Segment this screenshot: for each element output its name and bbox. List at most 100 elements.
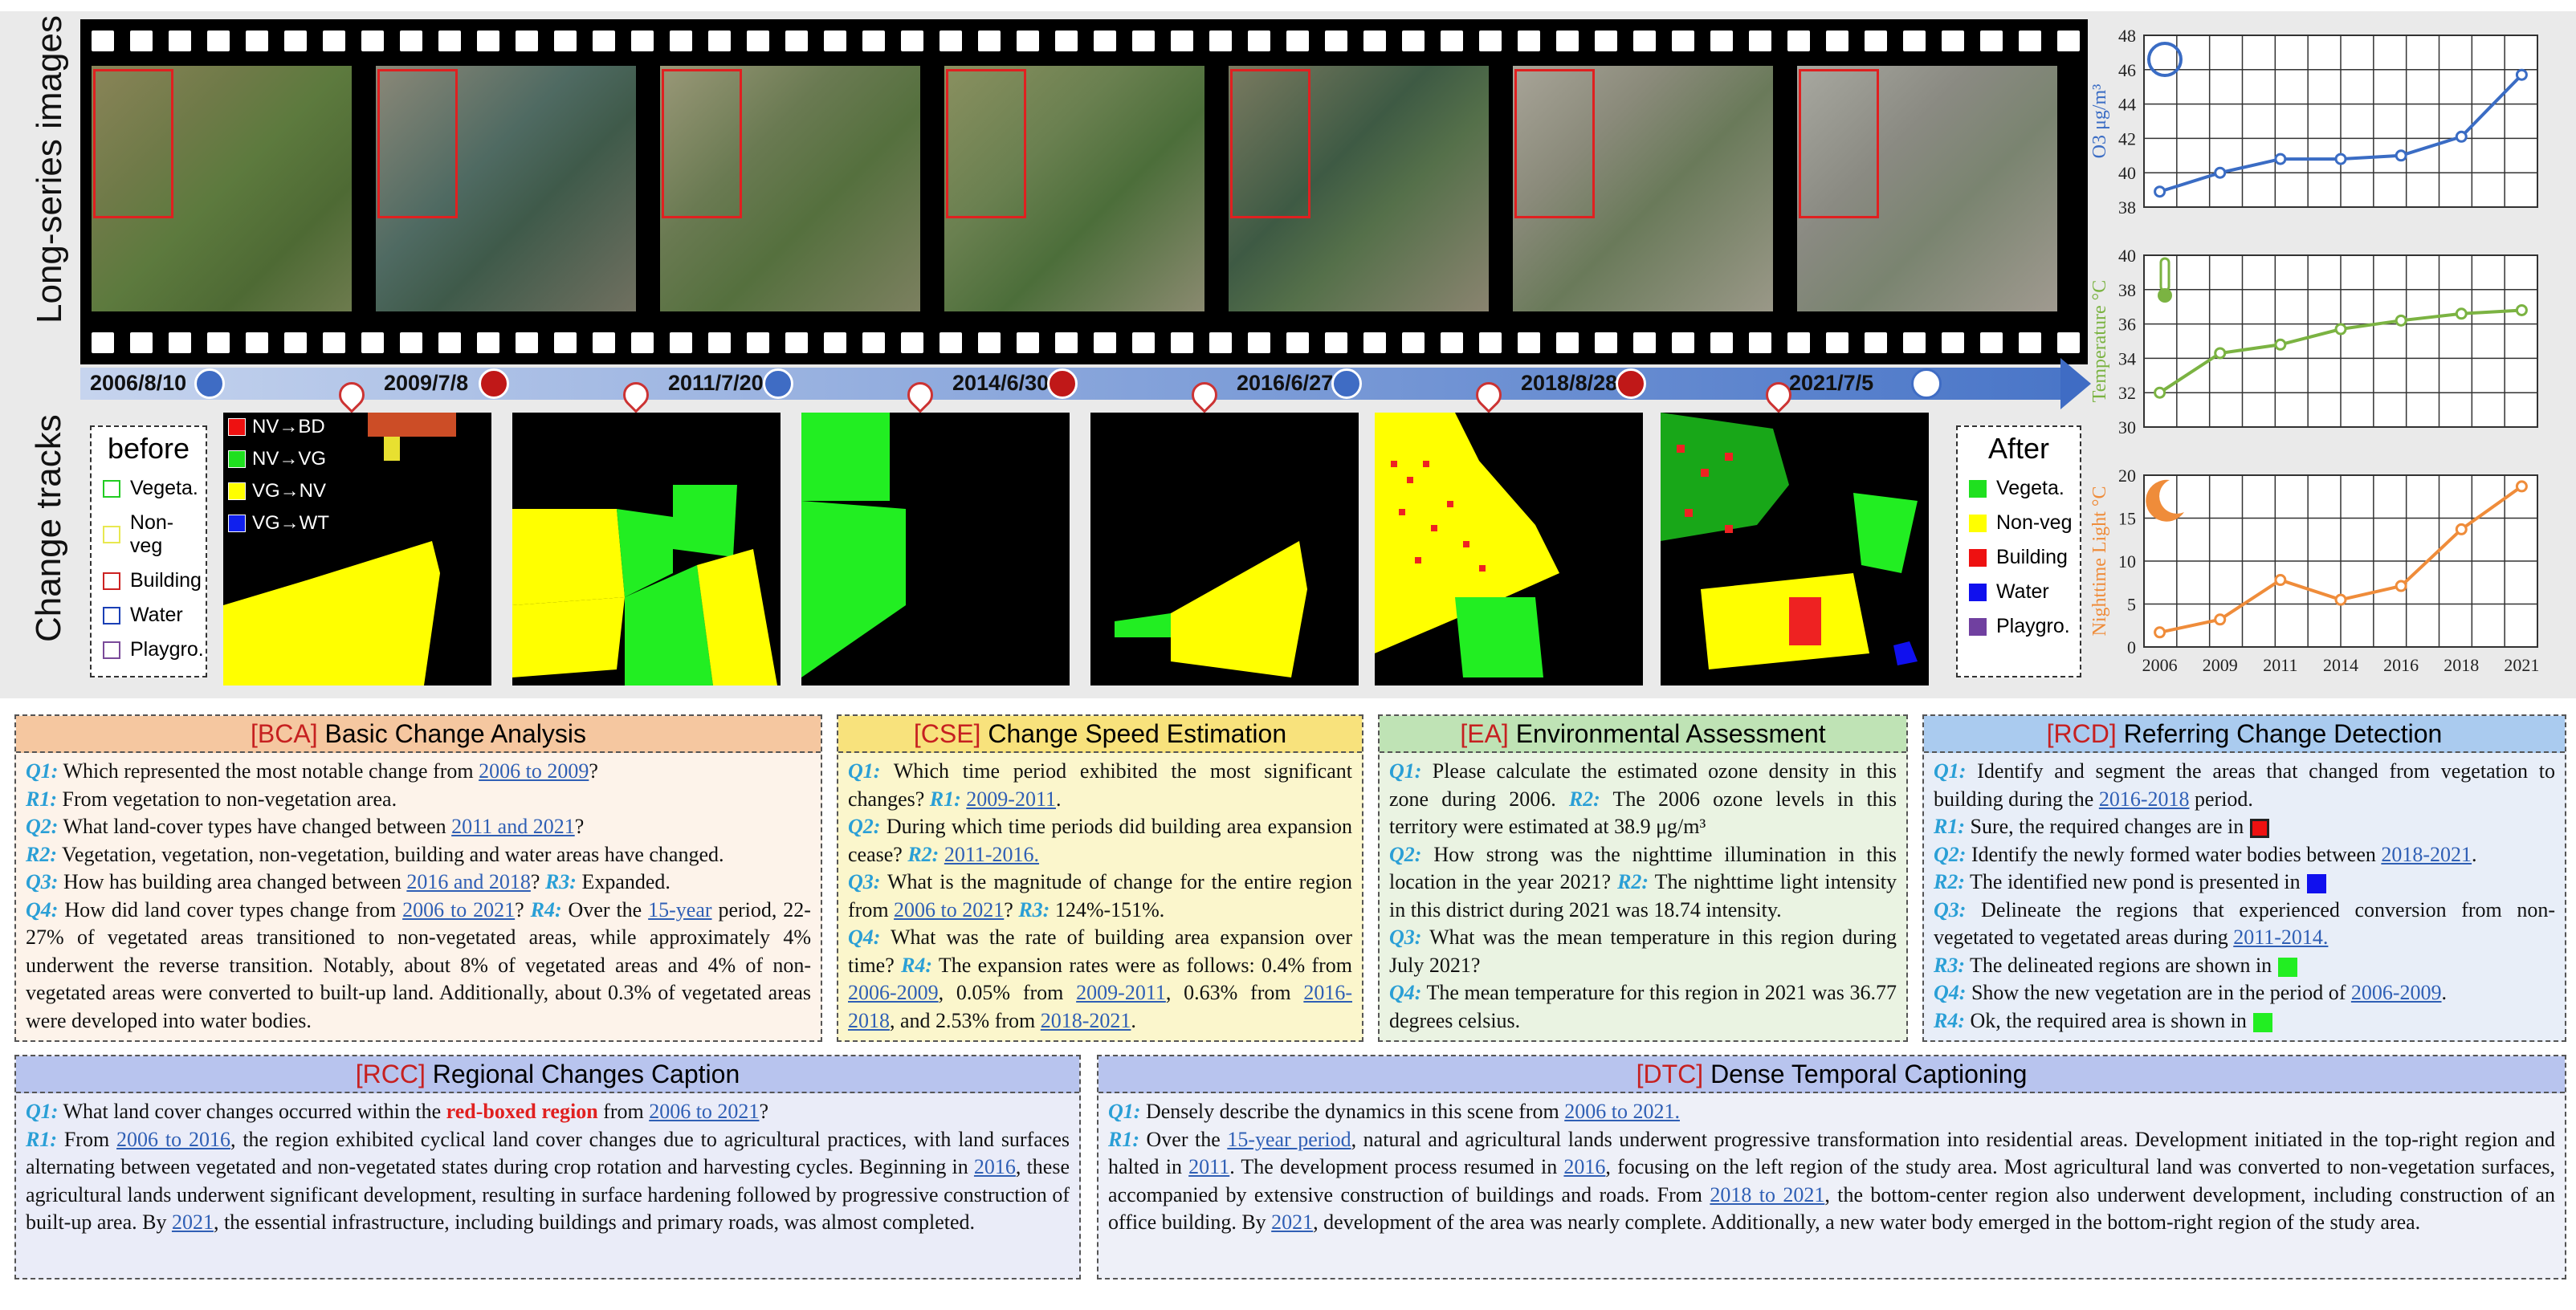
change-mask-2014-2016[interactable] (1090, 413, 1359, 686)
year-link[interactable]: 2006 to 2009 (479, 759, 589, 783)
year-link[interactable]: 2006 to 2021 (402, 898, 515, 921)
data-point[interactable] (2455, 523, 2468, 535)
film-perforation (2057, 31, 2080, 51)
qa-line: R1: From vegetation to non-vegetation ar… (26, 786, 811, 814)
film-perforation (747, 332, 769, 353)
film-perforation (1479, 31, 1502, 51)
water-swatch[interactable] (2306, 874, 2326, 894)
timeline-date: 2006/8/10 (90, 371, 187, 395)
data-point[interactable] (2395, 314, 2407, 327)
satellite-image-2014[interactable] (944, 66, 1204, 311)
change-mask-2006-2009[interactable]: NV→BD NV→VG VG→NV VG→WT (223, 413, 491, 686)
film-perforation (1286, 31, 1309, 51)
year-link[interactable]: 2006 to 2021. (1564, 1100, 1680, 1123)
year-link[interactable]: 2021 (172, 1210, 214, 1234)
r-text: , the essential infrastructure, includin… (213, 1210, 976, 1234)
data-point[interactable] (2515, 480, 2528, 493)
y-tick-label: 44 (2118, 95, 2136, 115)
data-point[interactable] (2214, 166, 2227, 179)
year-link[interactable]: 2016-2018 (2099, 787, 2190, 811)
vegetation-swatch[interactable] (2252, 1012, 2272, 1032)
data-point[interactable] (2214, 613, 2227, 626)
timeline-node[interactable] (763, 368, 793, 399)
red-box-region (946, 69, 1026, 218)
year-link[interactable]: 2016 and 2018 (406, 870, 531, 893)
change-mask-2011-2014[interactable] (801, 413, 1070, 686)
y-tick-label: 40 (2118, 163, 2136, 183)
legend-item: Playgro. (1969, 615, 2080, 638)
film-perforation (400, 332, 422, 353)
satellite-image-2011[interactable] (660, 66, 920, 311)
film-perforation (1518, 332, 1540, 353)
data-point[interactable] (2154, 386, 2166, 399)
q-label: Q3: (1389, 926, 1422, 949)
q-text: ? (1004, 897, 1019, 921)
year-link[interactable]: 2006 to 2021 (649, 1100, 759, 1123)
film-perforation (1171, 31, 1193, 51)
year-link[interactable]: 2016 (1563, 1155, 1605, 1178)
film-perforation (1363, 31, 1386, 51)
satellite-image-2006[interactable] (92, 66, 352, 311)
year-link[interactable]: 2016 (974, 1155, 1016, 1178)
data-point[interactable] (2274, 574, 2287, 587)
year-link[interactable]: 2009-2011 (1076, 981, 1166, 1004)
panel-ea-body: Q1: Please calculate the estimated ozone… (1380, 753, 1906, 1039)
data-point[interactable] (2274, 338, 2287, 351)
building-swatch[interactable] (2250, 819, 2270, 839)
data-point[interactable] (2395, 149, 2407, 162)
satellite-image-2016[interactable] (1229, 66, 1489, 311)
year-link[interactable]: 15-year (648, 898, 711, 921)
r-text: Expanded. (576, 870, 670, 893)
change-mask-2018-2021[interactable] (1661, 413, 1929, 686)
data-point[interactable] (2154, 626, 2166, 639)
vegetation-swatch[interactable] (2278, 957, 2298, 977)
timeline-node[interactable] (194, 368, 225, 399)
change-mask-2009-2011[interactable] (512, 413, 781, 686)
timeline-node[interactable] (1616, 368, 1646, 399)
year-link[interactable]: 2006 to 2016 (116, 1128, 230, 1151)
data-point[interactable] (2334, 153, 2347, 165)
data-point[interactable] (2455, 130, 2468, 143)
timeline-node[interactable] (479, 368, 509, 399)
year-link[interactable]: 15-year period (1227, 1128, 1351, 1151)
data-point[interactable] (2274, 153, 2287, 165)
timeline-node[interactable] (1047, 368, 1078, 399)
year-link[interactable]: 2009-2011 (966, 787, 1056, 811)
film-perforation (978, 31, 1001, 51)
year-link[interactable]: 2018-2021 (2381, 843, 2472, 866)
year-link[interactable]: 2011-2014. (2233, 926, 2328, 949)
x-tick-label: 2009 (2203, 655, 2238, 675)
year-link[interactable]: 2011 (1188, 1155, 1229, 1178)
year-link[interactable]: 2011 and 2021 (451, 815, 575, 838)
year-link[interactable]: 2006-2009 (848, 981, 939, 1004)
film-strip (80, 19, 2088, 364)
film-perforation (824, 332, 846, 353)
timeline-node[interactable] (1331, 368, 1362, 399)
panel-title: Basic Change Analysis (317, 719, 586, 748)
satellite-image-2021[interactable] (1797, 66, 2057, 311)
year-link[interactable]: 2021 (1271, 1210, 1313, 1234)
q-text: What land cover changes occurred within … (58, 1100, 446, 1123)
data-point[interactable] (2515, 303, 2528, 316)
data-point[interactable] (2334, 323, 2347, 336)
data-point[interactable] (2515, 68, 2528, 81)
change-mask-2016-2018[interactable] (1375, 413, 1643, 686)
year-link[interactable]: 2011-2016. (944, 843, 1039, 866)
data-point[interactable] (2455, 307, 2468, 320)
panel-rcd: [RCD] Referring Change Detection Q1: Ide… (1922, 714, 2566, 1042)
data-point[interactable] (2334, 593, 2347, 606)
year-link[interactable]: 2006-2009 (2351, 981, 2442, 1004)
q-text: The mean temperature for this region in … (1389, 981, 1897, 1032)
data-point[interactable] (2395, 580, 2407, 592)
data-point[interactable] (2154, 185, 2166, 198)
year-link[interactable]: 2018-2021 (1041, 1009, 1131, 1032)
film-perforation (554, 31, 577, 51)
legend-label: Non-veg (129, 511, 174, 557)
year-link[interactable]: 2006 to 2021 (894, 898, 1004, 921)
legend-item: Vegeta. (1969, 477, 2080, 500)
timeline-node[interactable] (1911, 368, 1942, 399)
satellite-image-2009[interactable] (376, 66, 636, 311)
year-link[interactable]: 2018 to 2021 (1710, 1183, 1824, 1206)
satellite-image-2018[interactable] (1513, 66, 1773, 311)
data-point[interactable] (2214, 347, 2227, 360)
